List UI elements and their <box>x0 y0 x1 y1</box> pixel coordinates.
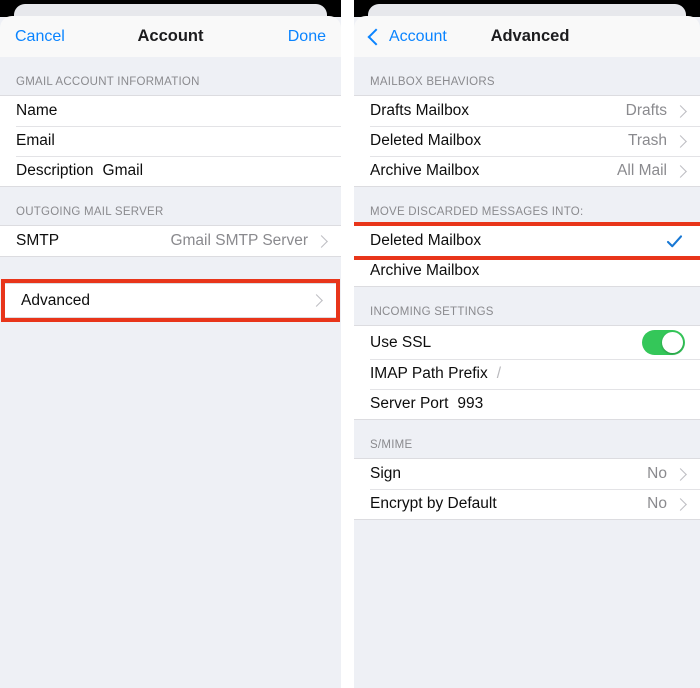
back-button-label: Account <box>389 27 447 45</box>
row-label-drafts-mailbox: Drafts Mailbox <box>370 102 470 119</box>
left-navigation-bar: Cancel Account Done <box>0 16 341 57</box>
section-header-move-discarded-messages: MOVE DISCARDED MESSAGES INTO: <box>354 187 700 225</box>
row-smtp[interactable]: SMTP Gmail SMTP Server <box>0 226 341 256</box>
chevron-right-icon <box>674 164 687 178</box>
row-encrypt-by-default[interactable]: Encrypt by Default No <box>354 489 700 519</box>
row-archive-mailbox[interactable]: Archive Mailbox All Mail <box>354 156 700 186</box>
done-button[interactable]: Done <box>288 28 326 46</box>
row-imap-path-prefix[interactable]: IMAP Path Prefix / <box>354 359 700 389</box>
row-value-imap-path-prefix: / <box>496 365 502 382</box>
chevron-left-icon <box>367 28 385 45</box>
row-server-port[interactable]: Server Port 993 <box>354 389 700 419</box>
row-value-encrypt-by-default: No <box>647 495 667 512</box>
cancel-button[interactable]: Cancel <box>15 28 65 46</box>
row-label-description: Description <box>16 162 94 179</box>
row-label-email: Email <box>16 132 55 149</box>
row-value-sign: No <box>647 465 667 482</box>
row-value-description: Gmail <box>102 162 144 179</box>
row-deleted-mailbox[interactable]: Deleted Mailbox Trash <box>354 126 700 156</box>
screen-gutter <box>341 0 354 688</box>
chevron-right-icon <box>674 104 687 118</box>
section-header-mailbox-behaviors: MAILBOX BEHAVIORS <box>354 57 700 95</box>
section-header-incoming-settings: INCOMING SETTINGS <box>354 287 700 325</box>
row-drafts-mailbox[interactable]: Drafts Mailbox Drafts <box>354 96 700 126</box>
row-label-move-to-deleted-mailbox: Deleted Mailbox <box>370 232 482 249</box>
group-smime: Sign No Encrypt by Default No <box>354 458 700 520</box>
row-label-encrypt-by-default: Encrypt by Default <box>370 495 497 512</box>
row-label-name: Name <box>16 102 58 119</box>
group-mailbox-behaviors: Drafts Mailbox Drafts Deleted Mailbox Tr… <box>354 95 700 187</box>
highlight-box-advanced: Advanced <box>1 279 340 322</box>
back-button[interactable]: Account <box>367 27 447 46</box>
chevron-right-icon <box>674 467 687 481</box>
row-value-server-port: 993 <box>457 395 484 412</box>
section-header-gmail-account-information: GMAIL ACCOUNT INFORMATION <box>0 57 341 95</box>
right-settings-list: MAILBOX BEHAVIORS Drafts Mailbox Drafts … <box>354 57 700 688</box>
section-header-smime: S/MIME <box>354 420 700 458</box>
row-label-use-ssl: Use SSL <box>370 333 432 351</box>
chevron-right-icon <box>310 294 323 307</box>
row-value-deleted-mailbox: Trash <box>627 132 667 149</box>
row-description[interactable]: Description Gmail <box>0 156 341 186</box>
row-value-archive-mailbox: All Mail <box>617 162 667 179</box>
row-label-deleted-mailbox: Deleted Mailbox <box>370 132 482 149</box>
row-name[interactable]: Name <box>0 96 341 126</box>
row-move-to-archive-mailbox[interactable]: Archive Mailbox <box>354 256 700 286</box>
use-ssl-toggle[interactable] <box>642 330 685 355</box>
dual-screenshot-comparison: Cancel Account Done GMAIL ACCOUNT INFORM… <box>0 0 700 688</box>
row-value-drafts-mailbox: Drafts <box>625 102 667 119</box>
group-gmail-account-information: Name Email Description Gmail <box>0 95 341 187</box>
row-email[interactable]: Email <box>0 126 341 156</box>
toggle-knob <box>662 332 683 353</box>
row-use-ssl[interactable]: Use SSL <box>354 326 700 359</box>
chevron-right-icon <box>315 234 328 248</box>
checkmark-icon <box>666 234 683 247</box>
section-header-outgoing-mail-server: OUTGOING MAIL SERVER <box>0 187 341 225</box>
row-label-smtp: SMTP <box>16 232 60 249</box>
row-label-server-port: Server Port <box>370 395 449 412</box>
right-navigation-bar: Account Advanced <box>354 16 700 57</box>
group-incoming-settings: Use SSL IMAP Path Prefix / Server Port 9… <box>354 325 700 420</box>
row-label-archive-mailbox: Archive Mailbox <box>370 162 480 179</box>
chevron-right-icon <box>674 134 687 148</box>
chevron-right-icon <box>674 497 687 511</box>
right-phone-screen: Account Advanced MAILBOX BEHAVIORS Draft… <box>354 0 700 688</box>
row-label-imap-path-prefix: IMAP Path Prefix <box>370 365 488 382</box>
row-advanced[interactable]: Advanced <box>5 284 336 317</box>
group-outgoing-mail-server: SMTP Gmail SMTP Server <box>0 225 341 257</box>
left-phone-screen: Cancel Account Done GMAIL ACCOUNT INFORM… <box>0 0 341 688</box>
row-move-to-deleted-mailbox[interactable]: Deleted Mailbox <box>354 222 700 260</box>
row-label-advanced: Advanced <box>21 291 90 309</box>
row-label-sign: Sign <box>370 465 402 482</box>
group-move-discarded-messages: Deleted Mailbox Archive Mailbox <box>354 222 700 287</box>
row-value-smtp: Gmail SMTP Server <box>170 232 308 249</box>
row-label-move-to-archive-mailbox: Archive Mailbox <box>370 262 480 279</box>
row-sign[interactable]: Sign No <box>354 459 700 489</box>
left-settings-list: GMAIL ACCOUNT INFORMATION Name Email Des… <box>0 57 341 688</box>
section-header-advanced-spacer <box>0 257 341 283</box>
